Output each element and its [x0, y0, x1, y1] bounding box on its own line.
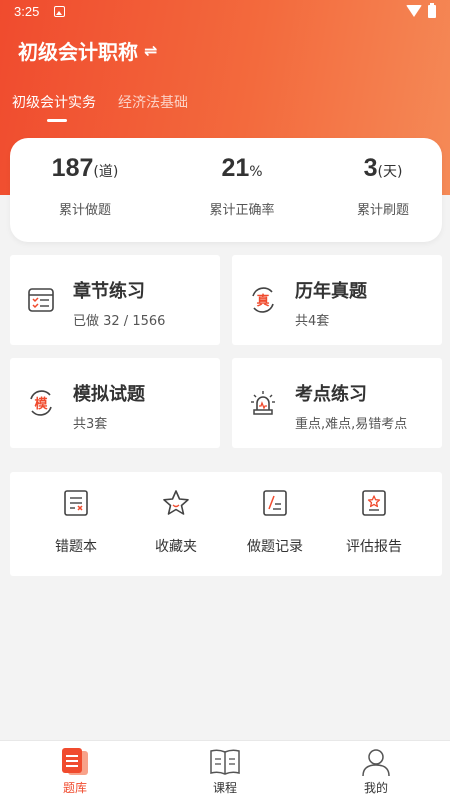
card-mock-exams[interactable]: 模 模拟试题 共3套 [10, 358, 220, 448]
card-subtitle: 共4套 [295, 314, 330, 329]
person-icon [362, 749, 390, 777]
nav-question-bank[interactable]: 题库 [30, 747, 120, 796]
tool-favorites[interactable]: 收藏夹 [126, 488, 226, 556]
stat-label: 累计正确率 [209, 203, 275, 218]
real-exam-icon: 真 [252, 287, 274, 313]
tool-label: 评估报告 [346, 539, 402, 555]
book-icon [210, 749, 240, 775]
exam-selector[interactable]: 初级会计职称 ⇌ [18, 36, 157, 65]
stat-unit: % [249, 164, 263, 180]
stat-label: 累计刷题 [356, 203, 409, 218]
question-bank-icon [62, 748, 88, 775]
card-title: 考点练习 [295, 384, 367, 405]
alarm-icon [251, 391, 275, 415]
tool-practice-record[interactable]: 做题记录 [225, 488, 325, 556]
card-title: 历年真题 [295, 281, 367, 302]
star-icon [163, 490, 189, 515]
stats-card: 187(道) 累计做题 21% 累计正确率 3(天) 累计刷题 [10, 138, 442, 242]
status-time: 3:25 [14, 4, 40, 19]
tools-panel: 错题本 收藏夹 做题记录 评估报告 [10, 472, 442, 576]
stat-value: 187 [51, 154, 94, 182]
stat-unit: (天) [377, 164, 403, 180]
nav-label: 课程 [212, 781, 237, 795]
tool-assessment-report[interactable]: 评估报告 [324, 488, 424, 556]
status-bar: 3:25 [0, 0, 450, 24]
checklist-icon [28, 288, 54, 312]
card-title: 模拟试题 [73, 384, 145, 405]
card-badge: 模 [34, 396, 48, 412]
card-subtitle: 重点,难点,易错考点 [295, 417, 408, 432]
card-past-exams[interactable]: 真 历年真题 共4套 [232, 255, 442, 345]
tab-economic-law[interactable]: 经济法基础 [118, 92, 188, 122]
mock-exam-icon: 模 [30, 390, 52, 416]
card-badge: 真 [256, 293, 269, 309]
nav-label: 我的 [363, 781, 388, 795]
swap-icon: ⇌ [144, 40, 158, 60]
wrong-book-icon [64, 490, 88, 516]
stat-total-questions: 187(道) 累计做题 [10, 154, 160, 218]
stat-unit: (道) [93, 164, 119, 180]
card-subtitle: 已做 32 / 1566 [73, 314, 166, 329]
tool-label: 做题记录 [247, 539, 303, 555]
stat-practice-days: 3(天) 累计刷题 [308, 154, 450, 218]
stat-value: 3 [363, 154, 378, 182]
image-notification-icon [54, 6, 65, 17]
stat-label: 累计做题 [58, 203, 111, 218]
nav-courses[interactable]: 课程 [180, 747, 270, 796]
tab-accounting-practice[interactable]: 初级会计实务 [12, 92, 96, 122]
nav-profile[interactable]: 我的 [331, 747, 421, 796]
card-chapter-practice[interactable]: 章节练习 已做 32 / 1566 [10, 255, 220, 345]
stat-value: 21 [221, 154, 250, 182]
card-title: 章节练习 [73, 281, 145, 302]
report-icon [362, 490, 386, 516]
record-icon [263, 490, 287, 516]
battery-icon [428, 3, 436, 18]
nav-label: 题库 [62, 781, 87, 795]
page-title: 初级会计职称 [18, 40, 138, 64]
card-key-points[interactable]: 考点练习 重点,难点,易错考点 [232, 358, 442, 448]
tool-label: 收藏夹 [155, 539, 197, 555]
stat-accuracy: 21% 累计正确率 [167, 154, 317, 218]
tool-label: 错题本 [55, 539, 97, 555]
wifi-icon [406, 5, 422, 17]
card-subtitle: 共3套 [73, 417, 108, 432]
tool-wrong-book[interactable]: 错题本 [26, 488, 126, 556]
subject-tabs: 初级会计实务 经济法基础 [12, 92, 188, 122]
bottom-nav: 题库 课程 我的 [0, 740, 450, 800]
